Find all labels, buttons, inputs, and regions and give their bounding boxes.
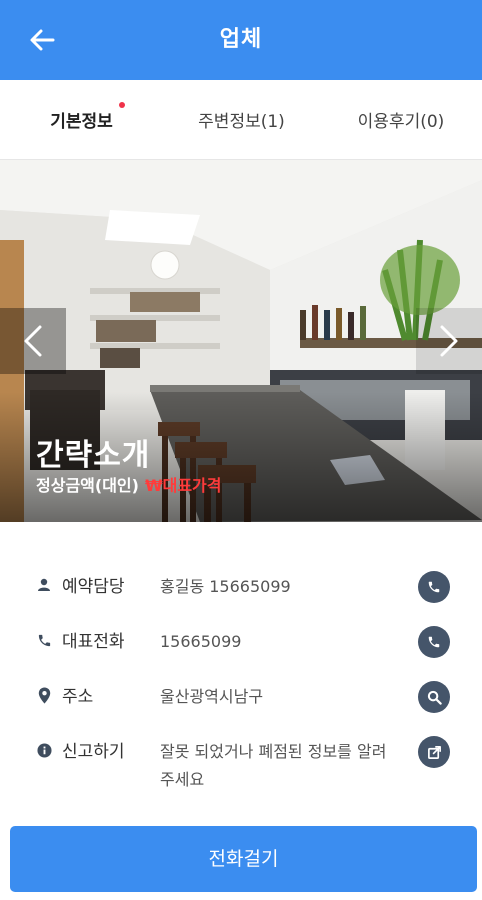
price-category: 정상금액(대인) xyxy=(36,476,139,495)
info-label: 대표전화 xyxy=(62,632,125,652)
info-value: 홍길동 15665099 xyxy=(160,577,291,596)
info-value: 15665099 xyxy=(160,632,242,651)
phone-icon xyxy=(36,631,52,649)
tab-bar: 기본정보 주변정보(1) 이용후기(0) xyxy=(0,80,482,238)
info-icon xyxy=(36,741,52,759)
location-pin-icon xyxy=(36,686,52,704)
app-bar: 업체 xyxy=(0,0,482,80)
tab-basic-info[interactable]: 기본정보 xyxy=(0,80,163,160)
tab-reviews[interactable]: 이용후기(0) xyxy=(320,80,482,160)
external-link-icon xyxy=(427,745,441,759)
phone-icon xyxy=(428,581,440,593)
info-row-address: 주소 울산광역시남구 xyxy=(0,672,482,728)
info-row-report: 신고하기 잘못 되었거나 폐점된 정보를 알려주세요 xyxy=(0,727,482,807)
tab-label: 주변정보(1) xyxy=(198,112,285,132)
person-icon xyxy=(36,576,52,594)
price-label: ₩대표가격 xyxy=(144,476,222,495)
hero-caption: 간략소개 xyxy=(36,438,151,473)
search-icon xyxy=(427,690,442,705)
info-row-reservation-contact: 예약담당 홍길동 15665099 xyxy=(0,562,482,618)
info-label: 예약담당 xyxy=(62,577,125,597)
search-address-button[interactable] xyxy=(418,681,450,713)
call-button[interactable]: 전화걸기 xyxy=(10,826,477,892)
chevron-left-icon xyxy=(24,325,42,357)
tab-nearby-info[interactable]: 주변정보(1) xyxy=(163,80,320,160)
tab-label: 이용후기(0) xyxy=(357,112,445,132)
info-label: 신고하기 xyxy=(62,742,125,762)
info-row-main-phone: 대표전화 15665099 xyxy=(0,617,482,673)
carousel-prev-button[interactable] xyxy=(0,308,66,374)
report-button[interactable] xyxy=(418,736,450,768)
carousel-next-button[interactable] xyxy=(416,308,482,374)
call-main-phone-button[interactable] xyxy=(418,626,450,658)
info-label: 주소 xyxy=(62,687,94,707)
call-contact-button[interactable] xyxy=(418,571,450,603)
photo-carousel[interactable]: 간략소개 정상금액(대인) ₩대표가격 xyxy=(0,160,482,522)
notification-dot xyxy=(119,102,125,108)
tab-label: 기본정보 xyxy=(50,112,113,132)
page-title: 업체 xyxy=(219,27,263,52)
info-value: 울산광역시남구 xyxy=(160,687,264,706)
chevron-right-icon xyxy=(440,325,458,357)
hero-subtitle: 정상금액(대인) ₩대표가격 xyxy=(36,472,221,496)
info-value: 잘못 되었거나 폐점된 정보를 알려주세요 xyxy=(160,742,387,789)
phone-icon xyxy=(428,636,440,648)
